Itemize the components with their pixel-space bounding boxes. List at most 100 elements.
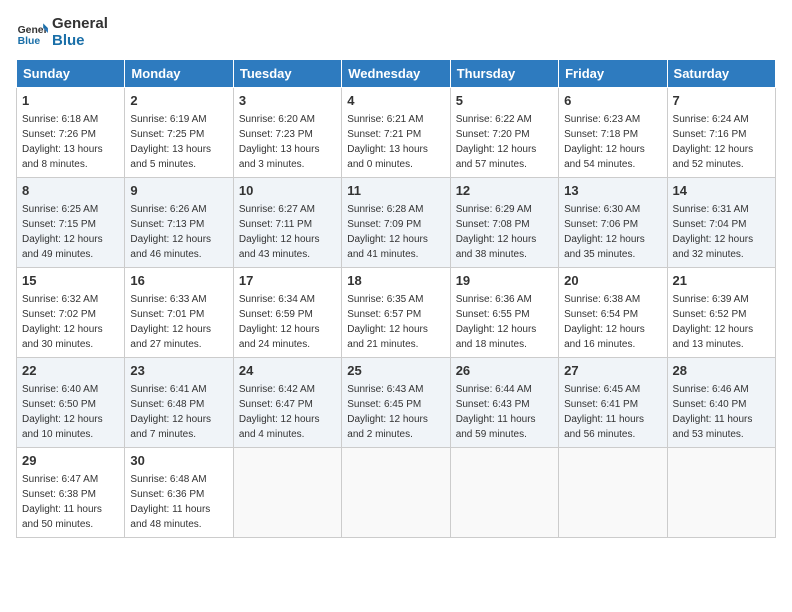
day-number: 24 — [239, 362, 336, 380]
day-number: 6 — [564, 92, 661, 110]
day-number: 8 — [22, 182, 119, 200]
calendar-day-cell: 12 Sunrise: 6:29 AMSunset: 7:08 PMDayligh… — [450, 178, 558, 268]
calendar-day-cell: 3 Sunrise: 6:20 AMSunset: 7:23 PMDaylight… — [233, 88, 341, 178]
weekday-header-monday: Monday — [125, 60, 233, 88]
day-info: Sunrise: 6:36 AMSunset: 6:55 PMDaylight:… — [456, 292, 553, 352]
day-info: Sunrise: 6:34 AMSunset: 6:59 PMDaylight:… — [239, 292, 336, 352]
day-info: Sunrise: 6:19 AMSunset: 7:25 PMDaylight:… — [130, 112, 227, 172]
logo: General Blue General Blue — [16, 16, 108, 49]
day-info: Sunrise: 6:45 AMSunset: 6:41 PMDaylight:… — [564, 382, 661, 442]
calendar-day-cell: 6 Sunrise: 6:23 AMSunset: 7:18 PMDaylight… — [559, 88, 667, 178]
calendar-day-cell — [559, 448, 667, 538]
calendar-day-cell: 2 Sunrise: 6:19 AMSunset: 7:25 PMDaylight… — [125, 88, 233, 178]
weekday-header-sunday: Sunday — [17, 60, 125, 88]
calendar-week-row: 8 Sunrise: 6:25 AMSunset: 7:15 PMDaylight… — [17, 178, 776, 268]
day-number: 26 — [456, 362, 553, 380]
logo-icon: General Blue — [16, 17, 48, 49]
day-number: 23 — [130, 362, 227, 380]
calendar-day-cell: 22Sunrise: 6:40 AMSunset: 6:50 PMDayligh… — [17, 358, 125, 448]
calendar-day-cell: 10Sunrise: 6:27 AMSunset: 7:11 PMDayligh… — [233, 178, 341, 268]
day-info: Sunrise: 6:46 AMSunset: 6:40 PMDaylight:… — [673, 382, 770, 442]
calendar-day-cell: 7 Sunrise: 6:24 AMSunset: 7:16 PMDaylight… — [667, 88, 775, 178]
calendar-day-cell: 20 Sunrise: 6:38 AMSunset: 6:54 PMDayligh… — [559, 268, 667, 358]
day-info: Sunrise: 6:48 AMSunset: 6:36 PMDaylight:… — [130, 472, 227, 532]
weekday-header-wednesday: Wednesday — [342, 60, 450, 88]
day-info: Sunrise: 6:35 AMSunset: 6:57 PMDaylight:… — [347, 292, 444, 352]
calendar-day-cell: 15 Sunrise: 6:32 AMSunset: 7:02 PMDayligh… — [17, 268, 125, 358]
day-number: 11 — [347, 182, 444, 200]
day-number: 19 — [456, 272, 553, 290]
day-info: Sunrise: 6:39 AMSunset: 6:52 PMDaylight:… — [673, 292, 770, 352]
calendar-day-cell: 14 Sunrise: 6:31 AMSunset: 7:04 PMDayligh… — [667, 178, 775, 268]
day-info: Sunrise: 6:24 AMSunset: 7:16 PMDaylight:… — [673, 112, 770, 172]
calendar-day-cell: 18 Sunrise: 6:35 AMSunset: 6:57 PMDayligh… — [342, 268, 450, 358]
calendar-day-cell: 17 Sunrise: 6:34 AMSunset: 6:59 PMDayligh… — [233, 268, 341, 358]
calendar-day-cell: 23 Sunrise: 6:41 AMSunset: 6:48 PMDayligh… — [125, 358, 233, 448]
weekday-header-friday: Friday — [559, 60, 667, 88]
day-info: Sunrise: 6:32 AMSunset: 7:02 PMDaylight:… — [22, 292, 119, 352]
day-number: 3 — [239, 92, 336, 110]
weekday-header-thursday: Thursday — [450, 60, 558, 88]
day-number: 20 — [564, 272, 661, 290]
day-number: 16 — [130, 272, 227, 290]
calendar-day-cell: 4Sunrise: 6:21 AMSunset: 7:21 PMDaylight… — [342, 88, 450, 178]
calendar-day-cell: 13 Sunrise: 6:30 AMSunset: 7:06 PMDayligh… — [559, 178, 667, 268]
day-number: 18 — [347, 272, 444, 290]
day-number: 29 — [22, 452, 119, 470]
day-info: Sunrise: 6:43 AMSunset: 6:45 PMDaylight:… — [347, 382, 444, 442]
day-info: Sunrise: 6:23 AMSunset: 7:18 PMDaylight:… — [564, 112, 661, 172]
calendar-day-cell — [667, 448, 775, 538]
day-number: 30 — [130, 452, 227, 470]
day-number: 17 — [239, 272, 336, 290]
svg-text:Blue: Blue — [18, 36, 41, 47]
day-info: Sunrise: 6:42 AMSunset: 6:47 PMDaylight:… — [239, 382, 336, 442]
calendar-day-cell: 25Sunrise: 6:43 AMSunset: 6:45 PMDayligh… — [342, 358, 450, 448]
weekday-header-row: SundayMondayTuesdayWednesdayThursdayFrid… — [17, 60, 776, 88]
calendar-day-cell: 27 Sunrise: 6:45 AMSunset: 6:41 PMDayligh… — [559, 358, 667, 448]
day-number: 21 — [673, 272, 770, 290]
day-info: Sunrise: 6:20 AMSunset: 7:23 PMDaylight:… — [239, 112, 336, 172]
day-info: Sunrise: 6:33 AMSunset: 7:01 PMDaylight:… — [130, 292, 227, 352]
calendar-week-row: 15 Sunrise: 6:32 AMSunset: 7:02 PMDayligh… — [17, 268, 776, 358]
day-info: Sunrise: 6:25 AMSunset: 7:15 PMDaylight:… — [22, 202, 119, 262]
day-info: Sunrise: 6:41 AMSunset: 6:48 PMDaylight:… — [130, 382, 227, 442]
page-header: General Blue General Blue — [16, 16, 776, 49]
day-info: Sunrise: 6:27 AMSunset: 7:11 PMDaylight:… — [239, 202, 336, 262]
calendar-day-cell: 26Sunrise: 6:44 AMSunset: 6:43 PMDayligh… — [450, 358, 558, 448]
calendar-week-row: 29 Sunrise: 6:47 AMSunset: 6:38 PMDayligh… — [17, 448, 776, 538]
day-info: Sunrise: 6:38 AMSunset: 6:54 PMDaylight:… — [564, 292, 661, 352]
calendar-table: SundayMondayTuesdayWednesdayThursdayFrid… — [16, 59, 776, 538]
calendar-week-row: 22Sunrise: 6:40 AMSunset: 6:50 PMDayligh… — [17, 358, 776, 448]
calendar-day-cell: 30 Sunrise: 6:48 AMSunset: 6:36 PMDayligh… — [125, 448, 233, 538]
day-info: Sunrise: 6:47 AMSunset: 6:38 PMDaylight:… — [22, 472, 119, 532]
day-number: 14 — [673, 182, 770, 200]
calendar-day-cell: 28 Sunrise: 6:46 AMSunset: 6:40 PMDayligh… — [667, 358, 775, 448]
day-number: 15 — [22, 272, 119, 290]
calendar-day-cell: 29 Sunrise: 6:47 AMSunset: 6:38 PMDayligh… — [17, 448, 125, 538]
calendar-day-cell: 9Sunrise: 6:26 AMSunset: 7:13 PMDaylight… — [125, 178, 233, 268]
day-number: 1 — [22, 92, 119, 110]
day-number: 12 — [456, 182, 553, 200]
calendar-day-cell: 21 Sunrise: 6:39 AMSunset: 6:52 PMDayligh… — [667, 268, 775, 358]
day-number: 4 — [347, 92, 444, 110]
day-number: 2 — [130, 92, 227, 110]
day-number: 7 — [673, 92, 770, 110]
day-info: Sunrise: 6:31 AMSunset: 7:04 PMDaylight:… — [673, 202, 770, 262]
day-number: 9 — [130, 182, 227, 200]
day-info: Sunrise: 6:29 AMSunset: 7:08 PMDaylight:… — [456, 202, 553, 262]
calendar-day-cell: 19 Sunrise: 6:36 AMSunset: 6:55 PMDayligh… — [450, 268, 558, 358]
calendar-day-cell: 8 Sunrise: 6:25 AMSunset: 7:15 PMDaylight… — [17, 178, 125, 268]
day-number: 13 — [564, 182, 661, 200]
day-number: 28 — [673, 362, 770, 380]
day-info: Sunrise: 6:18 AMSunset: 7:26 PMDaylight:… — [22, 112, 119, 172]
day-info: Sunrise: 6:40 AMSunset: 6:50 PMDaylight:… — [22, 382, 119, 442]
day-info: Sunrise: 6:22 AMSunset: 7:20 PMDaylight:… — [456, 112, 553, 172]
calendar-day-cell: 5Sunrise: 6:22 AMSunset: 7:20 PMDaylight… — [450, 88, 558, 178]
logo-blue: Blue — [52, 33, 108, 50]
calendar-day-cell — [233, 448, 341, 538]
calendar-day-cell — [342, 448, 450, 538]
day-number: 27 — [564, 362, 661, 380]
weekday-header-tuesday: Tuesday — [233, 60, 341, 88]
weekday-header-saturday: Saturday — [667, 60, 775, 88]
day-info: Sunrise: 6:30 AMSunset: 7:06 PMDaylight:… — [564, 202, 661, 262]
